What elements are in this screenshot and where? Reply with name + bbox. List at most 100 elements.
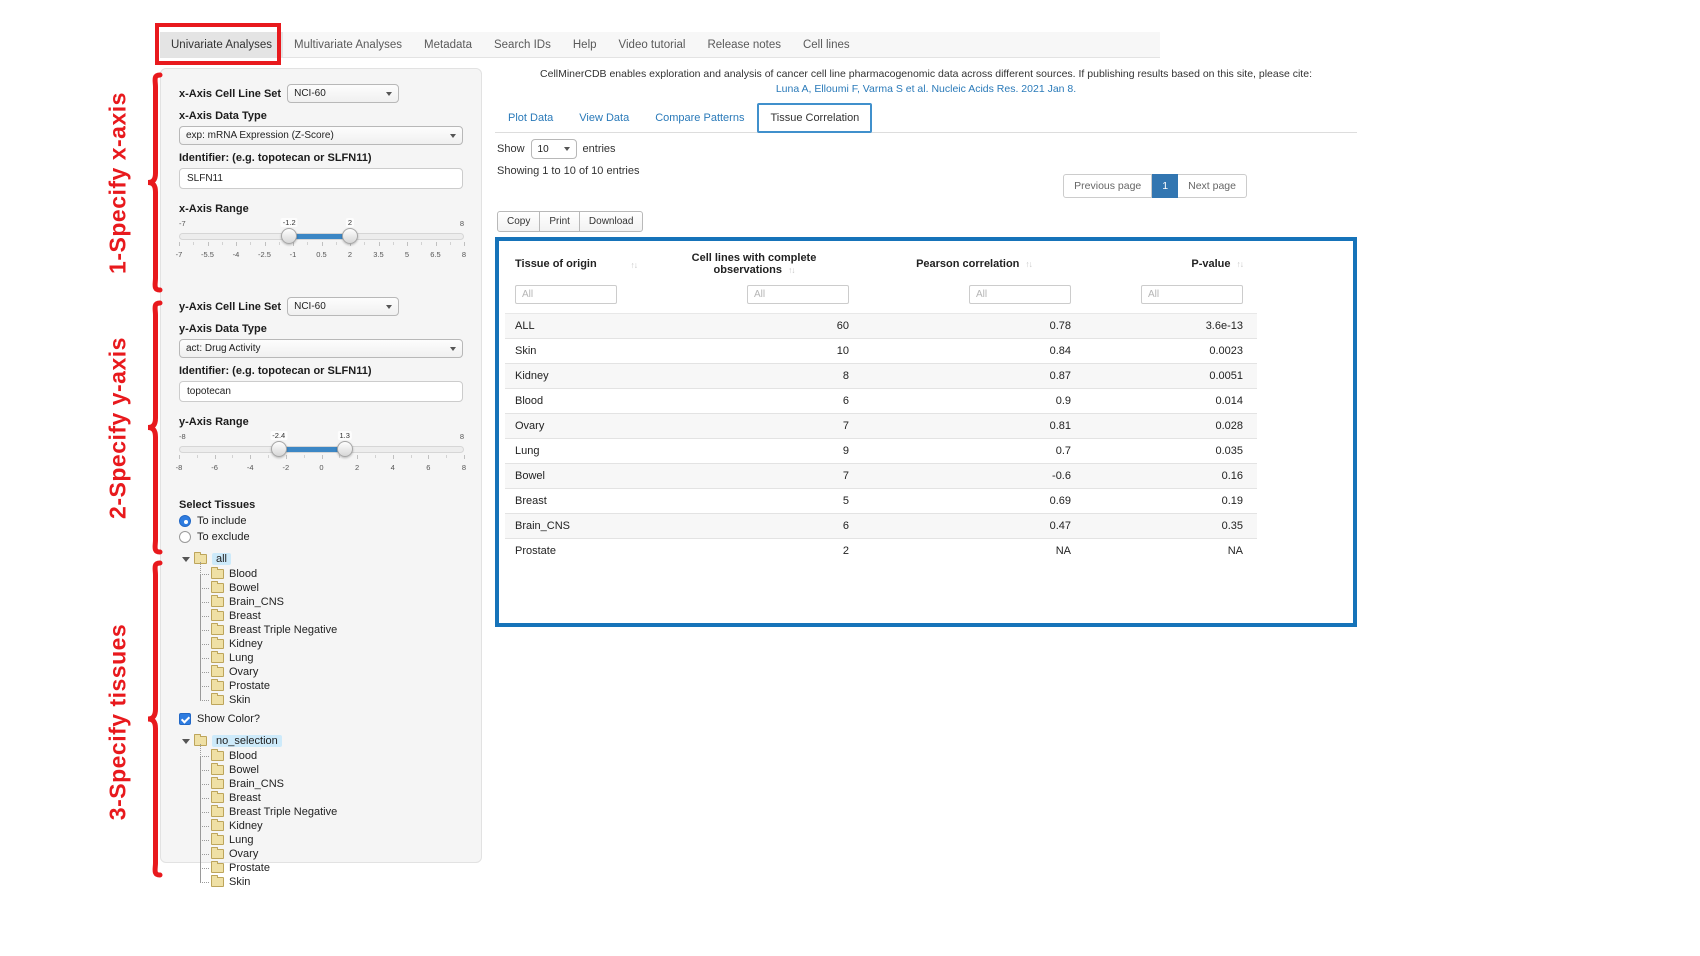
y-axis-range-slider[interactable]: -88-8-6-4-202468-2.41.3 xyxy=(179,432,464,480)
table-row-breast[interactable]: Breast50.690.19 xyxy=(505,489,1257,514)
current-page-button[interactable]: 1 xyxy=(1152,174,1178,198)
table-row-brain-cns[interactable]: Brain_CNS60.470.35 xyxy=(505,514,1257,539)
nav-tab-cell-lines[interactable]: Cell lines xyxy=(792,32,861,57)
slider-to-value: 1.3 xyxy=(337,431,351,440)
tree-item-bowel[interactable]: Bowel xyxy=(194,581,463,595)
table-row-skin[interactable]: Skin100.840.0023 xyxy=(505,339,1257,364)
tree-item-lung[interactable]: Lung xyxy=(194,833,463,847)
tree-item-label: Lung xyxy=(229,652,253,664)
tree-item-prostate[interactable]: Prostate xyxy=(194,679,463,693)
x-axis-identifier-input[interactable] xyxy=(179,168,463,189)
tab-compare-patterns[interactable]: Compare Patterns xyxy=(642,104,757,132)
tab-plot-data[interactable]: Plot Data xyxy=(495,104,566,132)
previous-page-button[interactable]: Previous page xyxy=(1063,174,1152,198)
table-row-kidney[interactable]: Kidney80.870.0051 xyxy=(505,364,1257,389)
tree-item-breast[interactable]: Breast xyxy=(194,609,463,623)
tree-item-brain-cns[interactable]: Brain_CNS xyxy=(194,595,463,609)
filter-input-pearson-correlation[interactable] xyxy=(969,285,1071,304)
x-axis-data-type-select[interactable]: exp: mRNA Expression (Z-Score) xyxy=(179,126,463,145)
column-header-p-value[interactable]: P-value↑↓ xyxy=(1085,245,1257,283)
table-row-prostate[interactable]: Prostate2NANA xyxy=(505,539,1257,564)
entries-control: Show 10 entries xyxy=(497,139,616,159)
tissues-exclude-radio[interactable]: To exclude xyxy=(179,531,463,543)
table-row-ovary[interactable]: Ovary70.810.028 xyxy=(505,414,1257,439)
slider-minor-tick-mark xyxy=(364,242,365,245)
nav-tab-video-tutorial[interactable]: Video tutorial xyxy=(608,32,697,57)
tree-item-prostate[interactable]: Prostate xyxy=(194,861,463,875)
tab-view-data[interactable]: View Data xyxy=(566,104,642,132)
tree-item-label: Prostate xyxy=(229,680,270,692)
y-axis-data-type-select[interactable]: act: Drug Activity xyxy=(179,339,463,358)
cell-pearson: 0.7 xyxy=(863,439,1085,464)
show-color-checkbox[interactable]: Show Color? xyxy=(179,713,463,725)
tree-item-blood[interactable]: Blood xyxy=(194,749,463,763)
table-row-bowel[interactable]: Bowel7-0.60.16 xyxy=(505,464,1257,489)
nav-tab-help[interactable]: Help xyxy=(562,32,608,57)
slider-max-label: 8 xyxy=(460,432,464,441)
copy-button[interactable]: Copy xyxy=(497,211,540,232)
cell-cell-lines: 9 xyxy=(645,439,863,464)
slider-minor-tick-mark xyxy=(375,455,376,458)
slider-handle-from[interactable] xyxy=(271,441,287,457)
tissue-color-tree: no_selectionBloodBowelBrain_CNSBreastBre… xyxy=(181,733,463,889)
tree-item-breast-triple-negative[interactable]: Breast Triple Negative xyxy=(194,805,463,819)
tree-item-bowel[interactable]: Bowel xyxy=(194,763,463,777)
slider-handle-to[interactable] xyxy=(342,228,358,244)
table-row-blood[interactable]: Blood60.90.014 xyxy=(505,389,1257,414)
y-axis-identifier-input[interactable] xyxy=(179,381,463,402)
nav-tab-search-ids[interactable]: Search IDs xyxy=(483,32,562,57)
sort-icon[interactable]: ↑↓ xyxy=(1025,259,1032,269)
nav-tab-release-notes[interactable]: Release notes xyxy=(696,32,792,57)
tree-item-label: Bowel xyxy=(229,582,259,594)
tree-item-label: Prostate xyxy=(229,862,270,874)
sort-icon[interactable]: ↑↓ xyxy=(1237,259,1244,269)
tree-item-ovary[interactable]: Ovary xyxy=(194,847,463,861)
slider-handle-from[interactable] xyxy=(281,228,297,244)
next-page-button[interactable]: Next page xyxy=(1178,174,1247,198)
nav-tab-metadata[interactable]: Metadata xyxy=(413,32,483,57)
tree-root-no-selection[interactable]: no_selection xyxy=(181,733,463,749)
tab-tissue-correlation[interactable]: Tissue Correlation xyxy=(757,103,872,133)
cell-pearson: 0.84 xyxy=(863,339,1085,364)
column-header-pearson-correlation[interactable]: Pearson correlation↑↓ xyxy=(863,245,1085,283)
tree-item-skin[interactable]: Skin xyxy=(194,875,463,889)
sort-icon[interactable]: ↑↓ xyxy=(631,260,638,270)
tissues-include-radio[interactable]: To include xyxy=(179,515,463,527)
table-row-lung[interactable]: Lung90.70.035 xyxy=(505,439,1257,464)
column-header-cell-lines-with-complete-observations[interactable]: Cell lines with complete observations↑↓ xyxy=(645,245,863,283)
slider-handle-to[interactable] xyxy=(337,441,353,457)
entries-per-page-select[interactable]: 10 xyxy=(531,139,577,159)
y-axis-cell-line-set-select[interactable]: NCI-60 xyxy=(287,297,399,316)
nav-tab-multivariate-analyses[interactable]: Multivariate Analyses xyxy=(283,32,413,57)
tree-item-skin[interactable]: Skin xyxy=(194,693,463,707)
print-button[interactable]: Print xyxy=(539,211,580,232)
tree-item-kidney[interactable]: Kidney xyxy=(194,819,463,833)
tree-item-kidney[interactable]: Kidney xyxy=(194,637,463,651)
x-axis-range-slider[interactable]: -78-7-5.5-4-2.5-10.523.556.58-1.22 xyxy=(179,219,464,267)
cell-p-value: 3.6e-13 xyxy=(1085,314,1257,339)
table-row-all[interactable]: ALL600.783.6e-13 xyxy=(505,314,1257,339)
x-axis-cell-line-set-select[interactable]: NCI-60 xyxy=(287,84,399,103)
citation-link[interactable]: Luna A, Elloumi F, Varma S et al. Nuclei… xyxy=(495,83,1357,95)
tree-item-breast-triple-negative[interactable]: Breast Triple Negative xyxy=(194,623,463,637)
download-button[interactable]: Download xyxy=(579,211,643,232)
x-axis-cell-line-set-value: NCI-60 xyxy=(294,88,326,99)
tree-root-all[interactable]: all xyxy=(181,551,463,567)
tree-item-breast[interactable]: Breast xyxy=(194,791,463,805)
column-header-tissue-of-origin[interactable]: Tissue of origin↑↓ xyxy=(505,245,645,283)
slider-minor-tick-mark xyxy=(450,242,451,245)
slider-tick-label: -7 xyxy=(176,250,183,259)
tree-item-brain-cns[interactable]: Brain_CNS xyxy=(194,777,463,791)
tree-item-lung[interactable]: Lung xyxy=(194,651,463,665)
folder-icon xyxy=(211,751,224,761)
tree-item-ovary[interactable]: Ovary xyxy=(194,665,463,679)
filter-input-tissue-of-origin[interactable] xyxy=(515,285,617,304)
filter-input-p-value[interactable] xyxy=(1141,285,1243,304)
filter-input-cell-lines-with-complete-observations[interactable] xyxy=(747,285,849,304)
slider-minor-tick-mark xyxy=(307,242,308,245)
entries-label: entries xyxy=(583,143,616,155)
tree-item-blood[interactable]: Blood xyxy=(194,567,463,581)
y-axis-data-type-label: y-Axis Data Type xyxy=(179,323,463,335)
radio-selected-icon xyxy=(179,515,191,527)
sort-icon[interactable]: ↑↓ xyxy=(788,265,795,275)
